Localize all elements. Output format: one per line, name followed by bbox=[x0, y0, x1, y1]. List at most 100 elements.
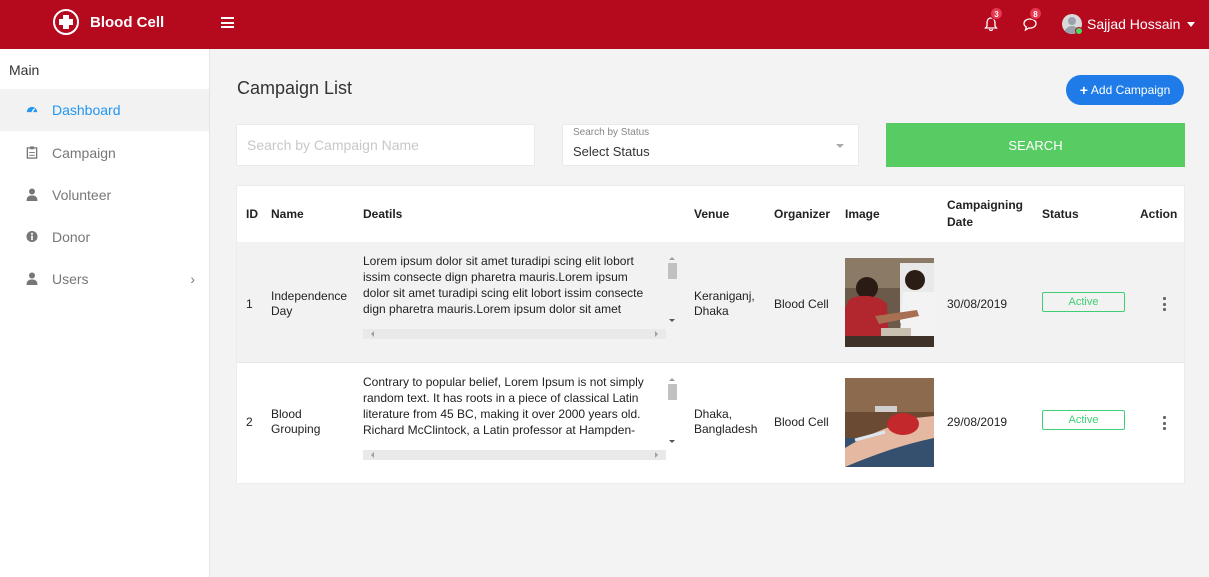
status-select[interactable]: Search by Status Select Status bbox=[562, 124, 859, 166]
sidebar-item-label: Volunteer bbox=[52, 187, 112, 203]
sidebar-item-volunteer[interactable]: Volunteer bbox=[0, 174, 209, 216]
row-details-line: Richard McClintock, a Latin professor at… bbox=[363, 423, 636, 437]
sidebar-item-campaign[interactable]: Campaign bbox=[0, 132, 209, 174]
sidebar-item-donor[interactable]: Donor bbox=[0, 216, 209, 258]
column-header-date-line1: Campaigning bbox=[947, 198, 1024, 212]
campaign-thumbnail bbox=[845, 258, 934, 347]
chevron-down-icon bbox=[836, 144, 844, 148]
tachometer-icon bbox=[26, 106, 38, 113]
row-date: 29/08/2019 bbox=[947, 415, 1008, 429]
scroll-up-icon[interactable] bbox=[669, 378, 675, 381]
user-name: Sajjad Hossain bbox=[1087, 16, 1181, 32]
sidebar-item-label: Dashboard bbox=[52, 102, 121, 118]
row-details-line: dolor sit amet turadipi scing elit lobor… bbox=[363, 286, 644, 300]
row-name: Blood Grouping bbox=[271, 407, 320, 437]
row-details-scrollbox[interactable]: Lorem ipsum dolor sit amet turadipi scin… bbox=[363, 253, 681, 339]
clipboard-icon bbox=[26, 146, 38, 159]
row-venue-line2: Dhaka bbox=[694, 304, 729, 318]
add-campaign-label: Add Campaign bbox=[1090, 83, 1171, 97]
scroll-right-icon[interactable] bbox=[655, 452, 658, 458]
row-venue-line1: Dhaka, bbox=[694, 407, 733, 421]
scroll-down-icon[interactable] bbox=[669, 319, 675, 322]
row-details-line: Lorem ipsum dolor sit amet turadipi scin… bbox=[363, 254, 634, 268]
row-actions-kebab-icon[interactable] bbox=[1161, 416, 1167, 430]
row-organizer: Blood Cell bbox=[774, 297, 829, 311]
chevron-right-icon: › bbox=[190, 271, 195, 287]
sidebar-item-label: Donor bbox=[52, 229, 91, 245]
messages-chat-icon[interactable]: 8 bbox=[1022, 7, 1042, 32]
row-actions-kebab-icon[interactable] bbox=[1161, 297, 1167, 311]
status-select-label: Search by Status bbox=[573, 127, 650, 138]
vertical-scrollbar[interactable] bbox=[666, 253, 678, 328]
menu-toggle-icon[interactable] bbox=[221, 17, 234, 28]
sidebar-item-label: Campaign bbox=[52, 145, 116, 161]
campaign-name-search-input[interactable] bbox=[236, 124, 535, 166]
row-date: 30/08/2019 bbox=[947, 297, 1008, 311]
vertical-scrollbar[interactable] bbox=[666, 374, 678, 449]
user-icon bbox=[26, 272, 38, 285]
notification-count-badge: 3 bbox=[990, 7, 1003, 20]
row-details-line: Contrary to popular belief, Lorem Ipsum … bbox=[363, 375, 644, 389]
top-navbar: Blood Cell 3 8 Sajjad Hossain bbox=[0, 0, 1209, 49]
row-id: 1 bbox=[246, 297, 253, 311]
row-name-line2: Grouping bbox=[271, 422, 321, 436]
sidebar-item-dashboard[interactable]: Dashboard bbox=[0, 89, 209, 131]
scroll-down-icon[interactable] bbox=[669, 440, 675, 443]
scroll-up-icon[interactable] bbox=[669, 257, 675, 260]
horizontal-scrollbar[interactable] bbox=[363, 329, 666, 339]
row-name-line1: Independence bbox=[271, 289, 348, 303]
column-header-details: Deatils bbox=[363, 207, 403, 221]
row-venue: Keraniganj, Dhaka bbox=[694, 289, 755, 319]
column-header-image: Image bbox=[845, 207, 880, 221]
row-name-line2: Day bbox=[271, 304, 293, 318]
row-venue-line1: Keraniganj, bbox=[694, 289, 755, 303]
row-venue: Dhaka, Bangladesh bbox=[694, 407, 757, 437]
user-icon bbox=[26, 188, 38, 201]
status-badge: Active bbox=[1042, 292, 1125, 312]
row-details-scrollbox[interactable]: Contrary to popular belief, Lorem Ipsum … bbox=[363, 374, 681, 460]
table-row: 2 Blood Grouping Contrary to popular bel… bbox=[237, 362, 1184, 483]
column-header-status: Status bbox=[1042, 207, 1079, 221]
row-details-line: random text. It has roots in a piece of … bbox=[363, 391, 639, 405]
row-venue-line2: Bangladesh bbox=[694, 422, 758, 436]
chevron-down-icon bbox=[1187, 21, 1196, 27]
message-count-badge: 8 bbox=[1029, 7, 1042, 20]
row-name-line1: Blood bbox=[271, 407, 302, 421]
info-circle-icon bbox=[26, 230, 38, 243]
status-badge: Active bbox=[1042, 410, 1125, 430]
campaign-thumbnail bbox=[845, 378, 934, 467]
sidebar-heading: Main bbox=[9, 62, 40, 78]
user-menu[interactable]: Sajjad Hossain bbox=[1062, 14, 1196, 35]
brand-name: Blood Cell bbox=[90, 13, 165, 31]
add-campaign-button[interactable]: + Add Campaign bbox=[1066, 75, 1184, 105]
column-header-venue: Venue bbox=[694, 207, 730, 221]
status-select-value: Select Status bbox=[573, 144, 650, 159]
column-header-organizer: Organizer bbox=[774, 207, 831, 221]
table-row: 1 Independence Day Lorem ipsum dolor sit… bbox=[237, 242, 1184, 362]
row-organizer: Blood Cell bbox=[774, 415, 829, 429]
horizontal-scrollbar[interactable] bbox=[363, 450, 666, 460]
row-details-line: literature from 45 BC, making it over 20… bbox=[363, 407, 641, 421]
search-button[interactable]: SEARCH bbox=[886, 123, 1185, 167]
online-status-icon bbox=[1075, 27, 1083, 35]
scroll-right-icon[interactable] bbox=[655, 331, 658, 337]
scrollbar-thumb[interactable] bbox=[668, 263, 677, 279]
column-header-id: ID bbox=[246, 207, 258, 221]
plus-icon: + bbox=[1079, 82, 1088, 98]
column-header-name: Name bbox=[271, 207, 304, 221]
scrollbar-thumb[interactable] bbox=[668, 384, 677, 400]
column-header-date: Campaigning Date bbox=[947, 186, 1023, 242]
notifications-bell-icon[interactable]: 3 bbox=[983, 7, 1003, 32]
campaign-table: ID Name Deatils Venue Organizer Image Ca… bbox=[236, 185, 1185, 484]
scroll-left-icon[interactable] bbox=[371, 331, 374, 337]
row-details: Lorem ipsum dolor sit amet turadipi scin… bbox=[363, 253, 663, 317]
row-details-line: dign pharetra mauris.Lorem ipsum dolor s… bbox=[363, 302, 622, 316]
brand[interactable]: Blood Cell bbox=[53, 9, 164, 35]
sidebar-item-users[interactable]: Users › bbox=[0, 258, 209, 300]
scroll-left-icon[interactable] bbox=[371, 452, 374, 458]
row-id: 2 bbox=[246, 415, 253, 429]
row-details: Contrary to popular belief, Lorem Ipsum … bbox=[363, 374, 663, 438]
column-header-date-line2: Date bbox=[947, 215, 974, 229]
row-details-line: issim consecte dign pharetra mauris.Lore… bbox=[363, 270, 628, 284]
column-header-action: Action bbox=[1140, 207, 1178, 221]
